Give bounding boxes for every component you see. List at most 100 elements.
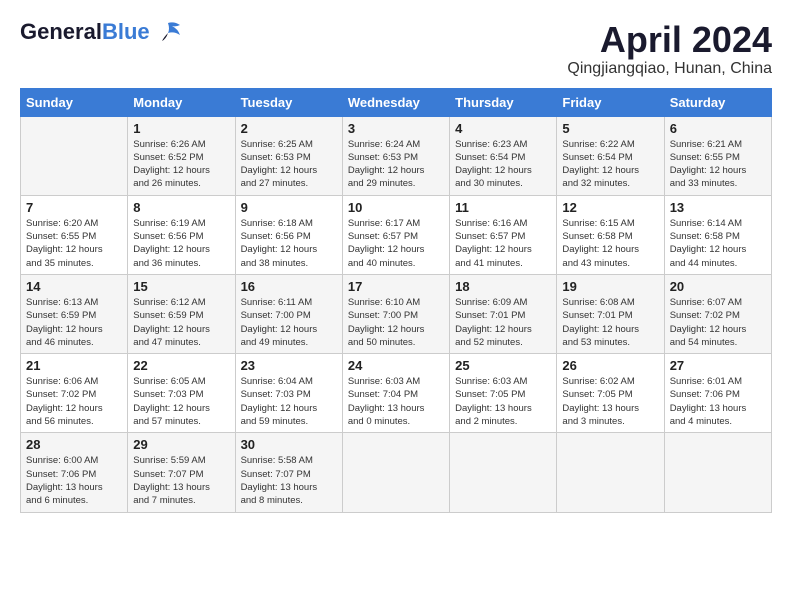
day-number: 15 (133, 279, 229, 294)
day-number: 29 (133, 437, 229, 452)
main-title: April 2024 (567, 20, 772, 60)
day-info: Sunrise: 6:08 AM Sunset: 7:01 PM Dayligh… (562, 296, 658, 349)
day-cell: 28Sunrise: 6:00 AM Sunset: 7:06 PM Dayli… (21, 433, 128, 512)
day-cell (21, 116, 128, 195)
day-info: Sunrise: 6:19 AM Sunset: 6:56 PM Dayligh… (133, 217, 229, 270)
day-cell (664, 433, 771, 512)
day-cell: 4Sunrise: 6:23 AM Sunset: 6:54 PM Daylig… (450, 116, 557, 195)
day-number: 28 (26, 437, 122, 452)
day-number: 4 (455, 121, 551, 136)
day-info: Sunrise: 6:04 AM Sunset: 7:03 PM Dayligh… (241, 375, 337, 428)
title-block: April 2024 Qingjiangqiao, Hunan, China (567, 20, 772, 78)
day-number: 5 (562, 121, 658, 136)
day-info: Sunrise: 6:01 AM Sunset: 7:06 PM Dayligh… (670, 375, 766, 428)
subtitle: Qingjiangqiao, Hunan, China (567, 60, 772, 78)
day-cell: 21 Sunrise: 6:06 AM Sunset: 7:02 PM Dayli… (21, 354, 128, 433)
day-number: 3 (348, 121, 444, 136)
day-info: Sunrise: 6:10 AM Sunset: 7:00 PM Dayligh… (348, 296, 444, 349)
calendar-header-row: SundayMondayTuesdayWednesdayThursdayFrid… (21, 88, 772, 116)
day-number: 11 (455, 200, 551, 215)
day-cell: 8Sunrise: 6:19 AM Sunset: 6:56 PM Daylig… (128, 195, 235, 274)
page-header: GeneralBlue April 2024 Qingjiangqiao, Hu… (20, 20, 772, 78)
day-number: 17 (348, 279, 444, 294)
day-number: 6 (670, 121, 766, 136)
day-cell: 2 Sunrise: 6:25 AM Sunset: 6:53 PM Daylig… (235, 116, 342, 195)
day-info: Sunrise: 6:22 AM Sunset: 6:54 PM Dayligh… (562, 138, 658, 191)
day-info: Sunrise: 6:16 AM Sunset: 6:57 PM Dayligh… (455, 217, 551, 270)
column-header-tuesday: Tuesday (235, 88, 342, 116)
day-info: Sunrise: 6:15 AM Sunset: 6:58 PM Dayligh… (562, 217, 658, 270)
day-number: 9 (241, 200, 337, 215)
day-cell: 27 Sunrise: 6:01 AM Sunset: 7:06 PM Dayli… (664, 354, 771, 433)
day-info: Sunrise: 6:25 AM Sunset: 6:53 PM Dayligh… (241, 138, 337, 191)
day-info: Sunrise: 6:03 AM Sunset: 7:04 PM Dayligh… (348, 375, 444, 428)
day-cell: 18 Sunrise: 6:09 AM Sunset: 7:01 PM Dayli… (450, 274, 557, 353)
day-cell: 15 Sunrise: 6:12 AM Sunset: 6:59 PM Dayli… (128, 274, 235, 353)
day-info: Sunrise: 6:20 AM Sunset: 6:55 PM Dayligh… (26, 217, 122, 270)
day-number: 27 (670, 358, 766, 373)
day-info: Sunrise: 6:06 AM Sunset: 7:02 PM Dayligh… (26, 375, 122, 428)
day-cell: 22Sunrise: 6:05 AM Sunset: 7:03 PM Dayli… (128, 354, 235, 433)
day-cell: 11 Sunrise: 6:16 AM Sunset: 6:57 PM Dayli… (450, 195, 557, 274)
day-number: 16 (241, 279, 337, 294)
day-info: Sunrise: 6:17 AM Sunset: 6:57 PM Dayligh… (348, 217, 444, 270)
day-number: 1 (133, 121, 229, 136)
day-cell: 12 Sunrise: 6:15 AM Sunset: 6:58 PM Dayli… (557, 195, 664, 274)
day-cell: 25Sunrise: 6:03 AM Sunset: 7:05 PM Dayli… (450, 354, 557, 433)
day-cell: 13Sunrise: 6:14 AM Sunset: 6:58 PM Dayli… (664, 195, 771, 274)
day-info: Sunrise: 6:13 AM Sunset: 6:59 PM Dayligh… (26, 296, 122, 349)
column-header-friday: Friday (557, 88, 664, 116)
day-info: Sunrise: 6:07 AM Sunset: 7:02 PM Dayligh… (670, 296, 766, 349)
day-number: 24 (348, 358, 444, 373)
day-cell: 3 Sunrise: 6:24 AM Sunset: 6:53 PM Daylig… (342, 116, 449, 195)
column-header-thursday: Thursday (450, 88, 557, 116)
week-row-2: 7Sunrise: 6:20 AM Sunset: 6:55 PM Daylig… (21, 195, 772, 274)
day-cell: 24 Sunrise: 6:03 AM Sunset: 7:04 PM Dayli… (342, 354, 449, 433)
day-info: Sunrise: 5:58 AM Sunset: 7:07 PM Dayligh… (241, 454, 337, 507)
day-cell: 5 Sunrise: 6:22 AM Sunset: 6:54 PM Daylig… (557, 116, 664, 195)
day-number: 21 (26, 358, 122, 373)
day-number: 18 (455, 279, 551, 294)
day-info: Sunrise: 6:02 AM Sunset: 7:05 PM Dayligh… (562, 375, 658, 428)
day-info: Sunrise: 6:14 AM Sunset: 6:58 PM Dayligh… (670, 217, 766, 270)
column-header-sunday: Sunday (21, 88, 128, 116)
day-cell (450, 433, 557, 512)
day-number: 14 (26, 279, 122, 294)
day-cell: 30 Sunrise: 5:58 AM Sunset: 7:07 PM Dayli… (235, 433, 342, 512)
week-row-4: 21 Sunrise: 6:06 AM Sunset: 7:02 PM Dayli… (21, 354, 772, 433)
day-info: Sunrise: 6:24 AM Sunset: 6:53 PM Dayligh… (348, 138, 444, 191)
day-cell: 14 Sunrise: 6:13 AM Sunset: 6:59 PM Dayli… (21, 274, 128, 353)
day-cell (557, 433, 664, 512)
day-info: Sunrise: 6:11 AM Sunset: 7:00 PM Dayligh… (241, 296, 337, 349)
day-info: Sunrise: 6:03 AM Sunset: 7:05 PM Dayligh… (455, 375, 551, 428)
week-row-1: 1 Sunrise: 6:26 AM Sunset: 6:52 PM Daylig… (21, 116, 772, 195)
week-row-5: 28Sunrise: 6:00 AM Sunset: 7:06 PM Dayli… (21, 433, 772, 512)
day-number: 22 (133, 358, 229, 373)
day-number: 12 (562, 200, 658, 215)
day-info: Sunrise: 6:21 AM Sunset: 6:55 PM Dayligh… (670, 138, 766, 191)
day-cell: 23 Sunrise: 6:04 AM Sunset: 7:03 PM Dayli… (235, 354, 342, 433)
day-info: Sunrise: 6:26 AM Sunset: 6:52 PM Dayligh… (133, 138, 229, 191)
day-cell: 7Sunrise: 6:20 AM Sunset: 6:55 PM Daylig… (21, 195, 128, 274)
day-cell (342, 433, 449, 512)
day-number: 30 (241, 437, 337, 452)
day-cell: 16 Sunrise: 6:11 AM Sunset: 7:00 PM Dayli… (235, 274, 342, 353)
day-number: 20 (670, 279, 766, 294)
day-info: Sunrise: 6:18 AM Sunset: 6:56 PM Dayligh… (241, 217, 337, 270)
calendar-body: 1 Sunrise: 6:26 AM Sunset: 6:52 PM Daylig… (21, 116, 772, 512)
logo-text: GeneralBlue (20, 20, 150, 44)
day-cell: 17 Sunrise: 6:10 AM Sunset: 7:00 PM Dayli… (342, 274, 449, 353)
calendar-table: SundayMondayTuesdayWednesdayThursdayFrid… (20, 88, 772, 513)
day-number: 23 (241, 358, 337, 373)
logo-bird-icon (154, 21, 182, 43)
day-info: Sunrise: 6:12 AM Sunset: 6:59 PM Dayligh… (133, 296, 229, 349)
day-number: 10 (348, 200, 444, 215)
day-number: 26 (562, 358, 658, 373)
day-cell: 6 Sunrise: 6:21 AM Sunset: 6:55 PM Daylig… (664, 116, 771, 195)
day-number: 2 (241, 121, 337, 136)
column-header-wednesday: Wednesday (342, 88, 449, 116)
week-row-3: 14 Sunrise: 6:13 AM Sunset: 6:59 PM Dayli… (21, 274, 772, 353)
day-info: Sunrise: 6:09 AM Sunset: 7:01 PM Dayligh… (455, 296, 551, 349)
logo: GeneralBlue (20, 20, 182, 44)
column-header-monday: Monday (128, 88, 235, 116)
